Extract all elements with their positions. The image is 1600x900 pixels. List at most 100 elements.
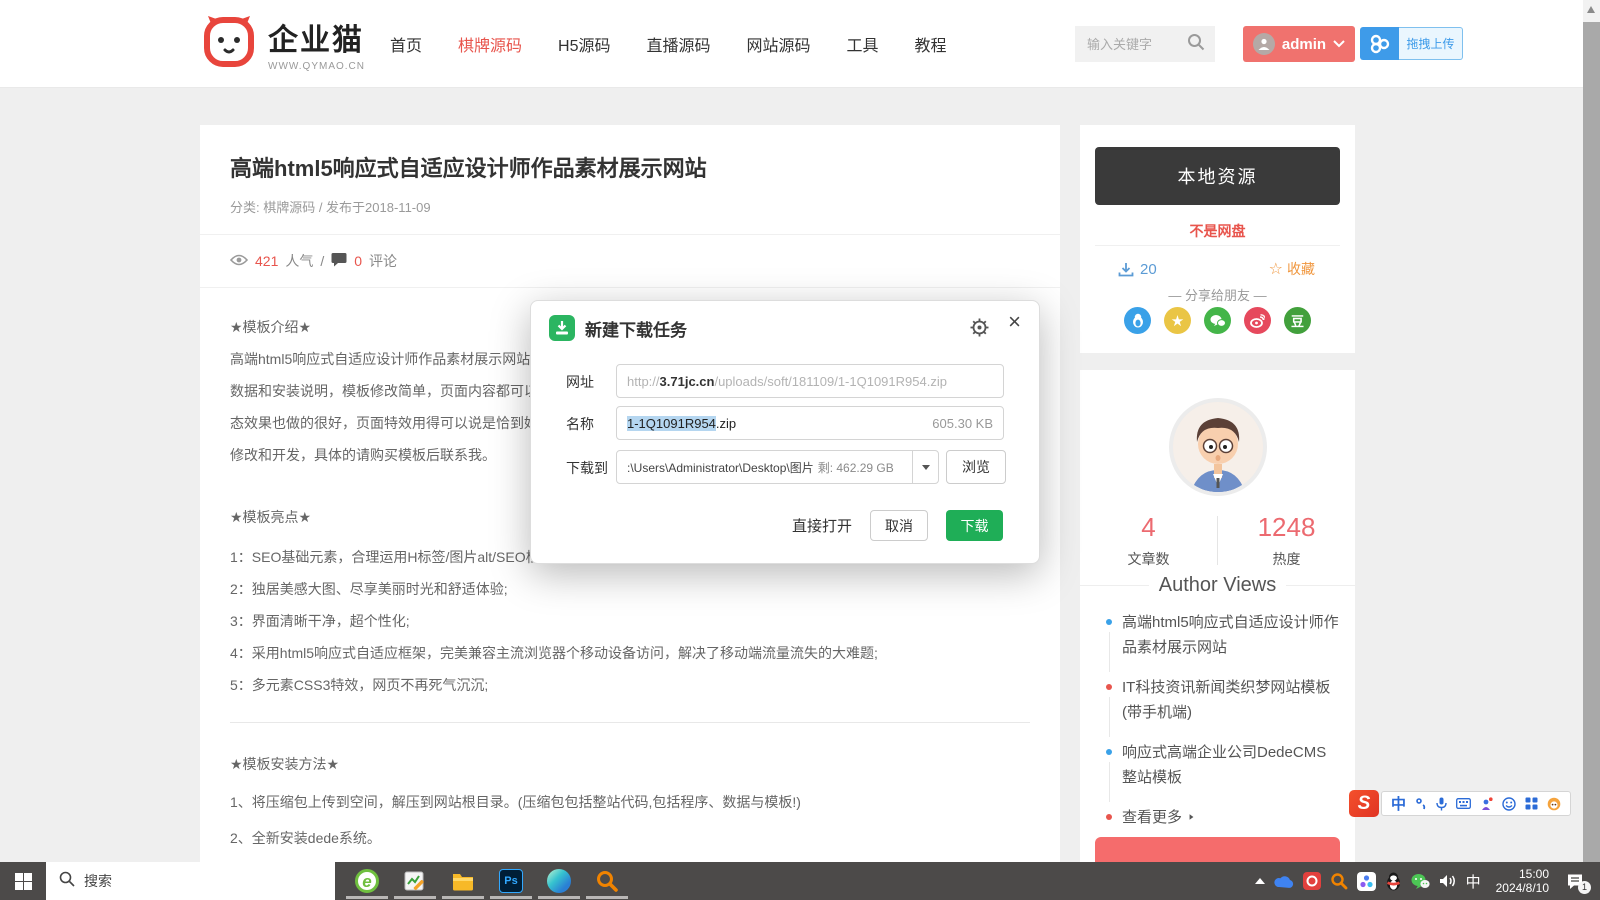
favorite-button[interactable]: ☆ 收藏 xyxy=(1269,259,1315,279)
ime-keyboard-icon[interactable] xyxy=(1456,798,1471,809)
tray-wechat-icon[interactable] xyxy=(1411,873,1430,890)
ime-assistant-icon[interactable] xyxy=(1547,797,1561,811)
nav-item-tools[interactable]: 工具 xyxy=(847,32,879,56)
nav-item-wangzhan[interactable]: 网站源码 xyxy=(747,32,811,56)
ime-lang-toggle[interactable]: 中 xyxy=(1391,793,1406,814)
ime-punctuation-icon[interactable] xyxy=(1415,797,1427,810)
not-netdisk-label: 不是网盘 xyxy=(1080,221,1355,241)
url-host: 3.71jc.cn xyxy=(660,374,715,389)
dialog-footer: 直接打开 取消 下载 xyxy=(792,510,1003,541)
download-favorite-row: 20 ☆ 收藏 xyxy=(1080,255,1355,283)
scrollbar-thumb[interactable] xyxy=(1583,22,1600,862)
sogou-logo-icon[interactable]: S xyxy=(1349,790,1379,817)
destination-path-field[interactable]: :\Users\Administrator\Desktop\图片 剩: 462.… xyxy=(616,450,939,484)
tray-qq-icon[interactable] xyxy=(1385,872,1402,891)
list-item[interactable]: IT科技资讯新闻类织梦网站模板(带手机端) xyxy=(1106,675,1341,725)
download-button[interactable]: 下载 xyxy=(946,510,1003,541)
tray-cloud-icon[interactable] xyxy=(1274,874,1294,888)
name-label: 名称 xyxy=(566,414,616,434)
search-icon[interactable] xyxy=(1187,33,1205,56)
admin-label: admin xyxy=(1282,36,1326,53)
taskbar-search-box[interactable] xyxy=(46,862,335,900)
file-size: 605.30 KB xyxy=(932,416,993,431)
share-qq-icon[interactable] xyxy=(1124,307,1151,334)
author-avatar[interactable] xyxy=(1169,398,1267,496)
view-more-link[interactable]: 查看更多 xyxy=(1106,805,1341,830)
close-icon[interactable]: × xyxy=(1008,311,1021,333)
taskbar-search-input[interactable] xyxy=(84,873,304,889)
nav-item-zhibo[interactable]: 直播源码 xyxy=(647,32,711,56)
app-edge[interactable] xyxy=(535,862,583,900)
nav-item-home[interactable]: 首页 xyxy=(390,32,422,56)
settings-gear-icon[interactable] xyxy=(970,318,989,342)
heat-label: 热度 xyxy=(1218,549,1355,569)
url-label: 网址 xyxy=(566,372,616,392)
tray-time: 15:00 xyxy=(1496,867,1549,881)
ime-mic-icon[interactable] xyxy=(1436,797,1447,811)
nav-item-tutorial[interactable]: 教程 xyxy=(915,32,947,56)
download-count-button[interactable]: 20 xyxy=(1118,261,1157,278)
list-item[interactable]: 响应式高端企业公司DedeCMS整站模板 xyxy=(1106,740,1341,790)
tray-expand-chevron[interactable] xyxy=(1255,878,1265,884)
paragraph: 1、将压缩包上传到空间，解压到网站根目录。(压缩包包括整站代码,包括程序、数据与… xyxy=(230,789,1030,815)
ime-toolbox-icon[interactable] xyxy=(1525,797,1538,810)
tray-volume-icon[interactable] xyxy=(1439,873,1457,889)
paragraph: 4：采用html5响应式自适应框架，完美兼容主流浏览器个移动设备访问，解决了移动… xyxy=(230,640,1030,666)
drag-upload-control[interactable]: 拖拽上传 xyxy=(1360,27,1463,60)
search-input[interactable] xyxy=(1075,37,1187,52)
nav-item-h5[interactable]: H5源码 xyxy=(558,32,610,56)
share-title: — 分享给朋友 — xyxy=(1080,285,1355,304)
tray-app-icon[interactable] xyxy=(1357,872,1376,891)
app-360-browser[interactable]: e xyxy=(343,862,391,900)
share-weibo-icon[interactable] xyxy=(1244,307,1271,334)
ime-emoji-icon[interactable] xyxy=(1502,797,1516,811)
dialog-title: 新建下载任务 xyxy=(585,316,687,341)
comments-count: 0 xyxy=(354,253,362,269)
site-logo[interactable]: 企业猫 WWW.QYMAO.CN xyxy=(200,12,365,75)
open-directly-button[interactable]: 直接打开 xyxy=(792,515,852,536)
local-resource-button[interactable]: 本地资源 xyxy=(1095,147,1340,205)
chevron-down-icon xyxy=(1333,35,1345,53)
paragraph: 5：多元素CSS3特效，网页不再死气沉沉; xyxy=(230,672,1030,698)
articles-count: 4 xyxy=(1080,512,1217,543)
app-sogou-browser[interactable] xyxy=(583,862,631,900)
app-file-explorer[interactable] xyxy=(439,862,487,900)
path-dropdown-button[interactable] xyxy=(912,451,938,483)
start-button[interactable] xyxy=(0,862,46,900)
drag-upload-label: 拖拽上传 xyxy=(1399,27,1463,60)
scroll-up-arrow[interactable] xyxy=(1587,6,1595,13)
paragraph: 3：界面清晰干净，超个性化; xyxy=(230,608,1030,634)
articles-stat: 4 文章数 xyxy=(1080,512,1217,569)
notification-center-icon[interactable]: 1 xyxy=(1566,873,1584,890)
app-image-editor[interactable] xyxy=(391,862,439,900)
filename-field[interactable]: 1-1Q1091R954.zip 605.30 KB xyxy=(616,406,1004,440)
ime-skin-icon[interactable] xyxy=(1480,797,1493,811)
paragraph: ★模板安装方法★ xyxy=(230,751,1030,777)
admin-menu-button[interactable]: admin xyxy=(1243,26,1355,62)
logo-title: 企业猫 xyxy=(268,15,365,59)
tray-360-icon[interactable] xyxy=(1303,872,1321,890)
page-scrollbar[interactable] xyxy=(1583,0,1600,862)
nav-item-qipai[interactable]: 棋牌源码 xyxy=(458,32,522,56)
share-douban-icon[interactable]: 豆 xyxy=(1284,307,1311,334)
list-item[interactable]: 高端html5响应式自适应设计师作品素材展示网站 xyxy=(1106,610,1341,660)
taskbar-apps: e Ps xyxy=(343,862,631,900)
tray-ime-lang[interactable]: 中 xyxy=(1466,871,1481,892)
ime-toolbar: S 中 xyxy=(1349,790,1571,817)
url-field[interactable]: http://3.71jc.cn/uploads/soft/181109/1-1… xyxy=(616,364,1004,398)
cancel-button[interactable]: 取消 xyxy=(870,510,928,541)
author-posts-list: 高端html5响应式自适应设计师作品素材展示网站 IT科技资讯新闻类织梦网站模板… xyxy=(1106,610,1341,845)
app-photoshop[interactable]: Ps xyxy=(487,862,535,900)
comment-icon xyxy=(331,252,347,270)
author-stats: 4 文章数 1248 热度 xyxy=(1080,512,1355,569)
article-header: 高端html5响应式自适应设计师作品素材展示网站 分类: 棋牌源码 / 发布于2… xyxy=(200,125,1060,235)
browse-button[interactable]: 浏览 xyxy=(946,450,1006,484)
caret-down-icon xyxy=(922,465,930,470)
filename-ext: .zip xyxy=(716,416,736,431)
share-qzone-icon[interactable]: ★ xyxy=(1164,307,1191,334)
destination-label: 下载到 xyxy=(566,458,616,478)
tray-sogou-search-icon[interactable] xyxy=(1330,872,1348,890)
tray-clock[interactable]: 15:00 2024/8/10 xyxy=(1496,867,1549,895)
share-wechat-icon[interactable] xyxy=(1204,307,1231,334)
search-icon xyxy=(59,871,75,892)
